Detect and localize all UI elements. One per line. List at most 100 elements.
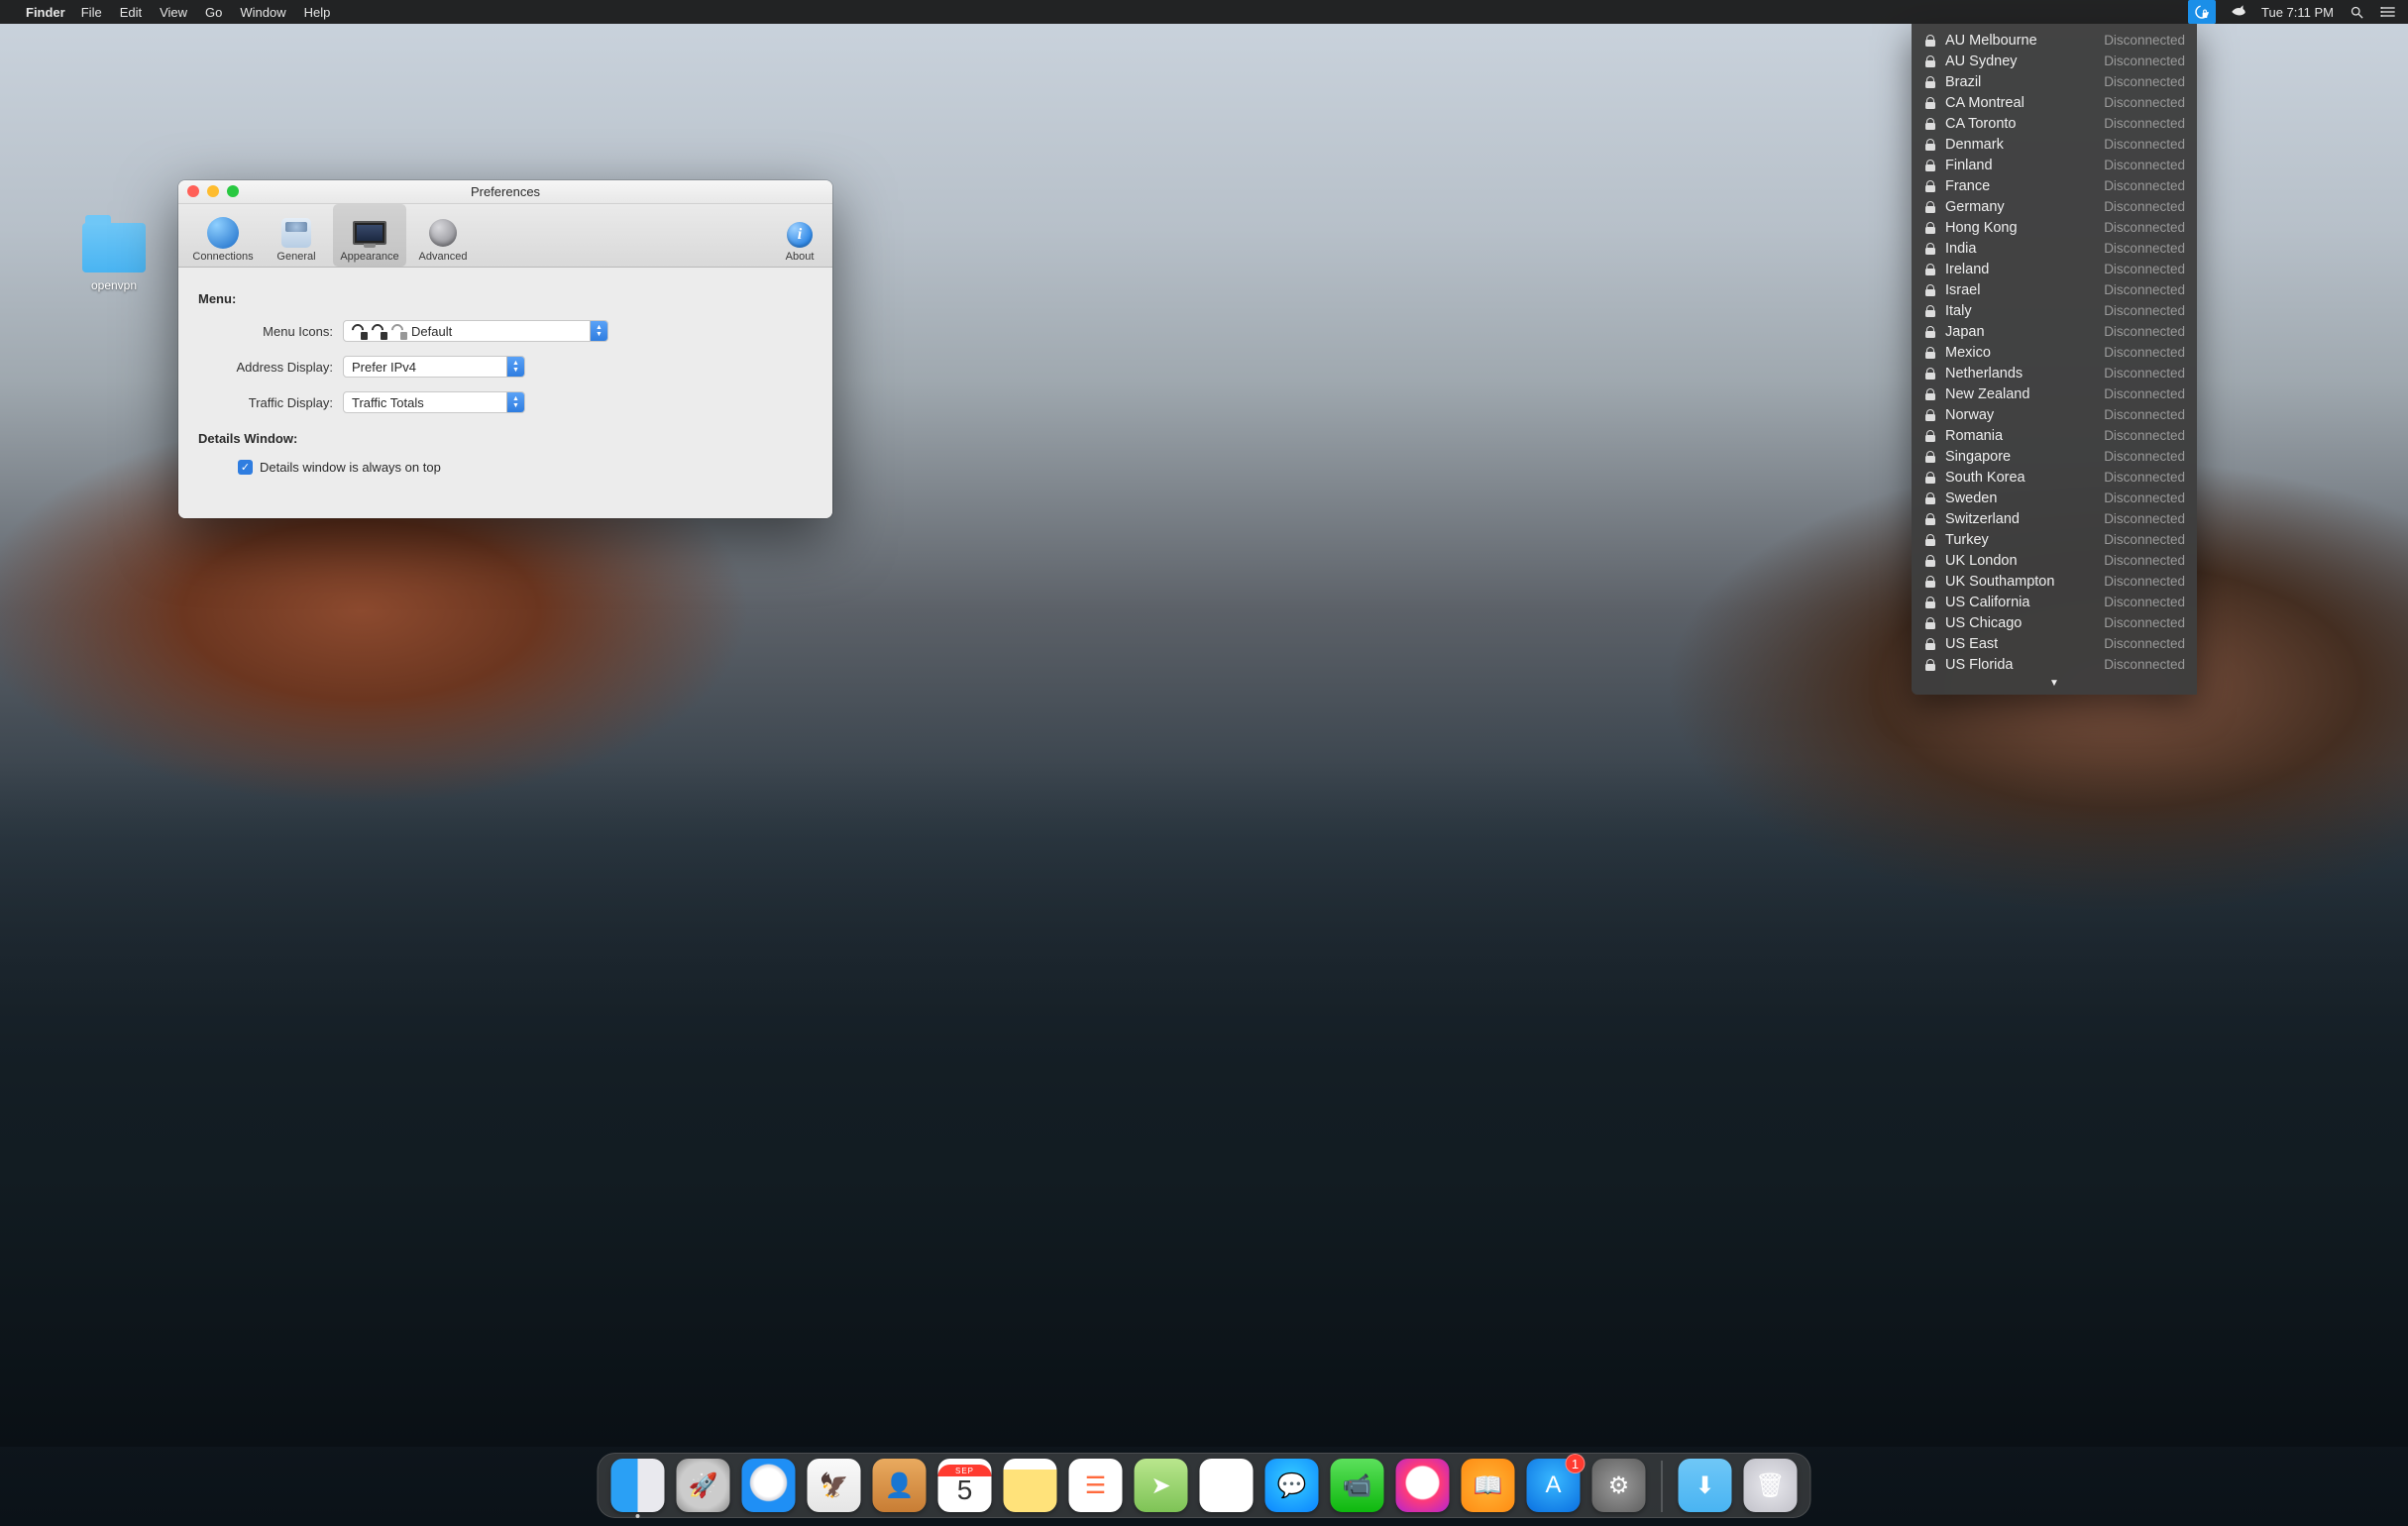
notification-center-icon[interactable] bbox=[2380, 5, 2396, 19]
checkbox-details-label: Details window is always on top bbox=[260, 460, 441, 475]
dock-facetime[interactable]: 📹 bbox=[1331, 1459, 1384, 1512]
desktop-folder-openvpn[interactable]: openvpn bbox=[69, 223, 159, 292]
vpn-server-item[interactable]: IrelandDisconnected bbox=[1912, 259, 2197, 279]
toolbar-connections[interactable]: Connections bbox=[186, 204, 260, 267]
select-address-display[interactable]: Prefer IPv4 ▲▼ bbox=[343, 356, 525, 378]
select-menu-icons-value: Default bbox=[411, 324, 452, 339]
lock-icon bbox=[1925, 368, 1935, 380]
vpn-server-item[interactable]: AU SydneyDisconnected bbox=[1912, 51, 2197, 71]
dock-photos[interactable]: ✿ bbox=[1200, 1459, 1254, 1512]
lock-icon bbox=[1925, 222, 1935, 234]
vpn-server-item[interactable]: South KoreaDisconnected bbox=[1912, 467, 2197, 488]
lock-icon bbox=[1925, 492, 1935, 504]
folder-label: openvpn bbox=[69, 278, 159, 292]
vpn-server-item[interactable]: RomaniaDisconnected bbox=[1912, 425, 2197, 446]
vpn-menubar-icon[interactable] bbox=[2188, 0, 2216, 24]
lock-icon bbox=[1925, 659, 1935, 671]
dock-mail[interactable]: 🦅 bbox=[808, 1459, 861, 1512]
vpn-server-item[interactable]: FranceDisconnected bbox=[1912, 175, 2197, 196]
appstore-badge: 1 bbox=[1566, 1454, 1586, 1473]
dock-itunes[interactable]: ♪ bbox=[1396, 1459, 1450, 1512]
select-traffic-display[interactable]: Traffic Totals ▲▼ bbox=[343, 391, 525, 413]
menu-help[interactable]: Help bbox=[304, 5, 331, 20]
menu-view[interactable]: View bbox=[160, 5, 187, 20]
vpn-server-item[interactable]: CA TorontoDisconnected bbox=[1912, 113, 2197, 134]
dove-menubar-icon[interactable] bbox=[2230, 3, 2247, 21]
vpn-server-item[interactable]: GermanyDisconnected bbox=[1912, 196, 2197, 217]
vpn-server-status: Disconnected bbox=[2104, 532, 2185, 547]
zoom-button[interactable] bbox=[227, 185, 239, 197]
spotlight-icon[interactable] bbox=[2350, 5, 2364, 20]
lock-icon bbox=[1925, 472, 1935, 484]
traffic-lights bbox=[187, 185, 239, 197]
toolbar-advanced[interactable]: Advanced bbox=[406, 204, 480, 267]
vpn-server-status: Disconnected bbox=[2104, 407, 2185, 422]
vpn-server-item[interactable]: US EastDisconnected bbox=[1912, 633, 2197, 654]
dock-messages[interactable]: 💬 bbox=[1265, 1459, 1319, 1512]
vpn-server-item[interactable]: New ZealandDisconnected bbox=[1912, 383, 2197, 404]
dock-downloads[interactable]: ⬇ bbox=[1679, 1459, 1732, 1512]
dock-ibooks[interactable]: 📖 bbox=[1462, 1459, 1515, 1512]
toolbar-about-label: About bbox=[786, 251, 815, 263]
checkbox-details-on-top[interactable]: ✓ bbox=[238, 460, 253, 475]
vpn-server-status: Disconnected bbox=[2104, 178, 2185, 193]
toolbar-general[interactable]: General bbox=[260, 204, 333, 267]
vpn-server-item[interactable]: US ChicagoDisconnected bbox=[1912, 612, 2197, 633]
window-titlebar[interactable]: Preferences bbox=[178, 180, 832, 204]
menu-file[interactable]: File bbox=[81, 5, 102, 20]
vpn-server-item[interactable]: DenmarkDisconnected bbox=[1912, 134, 2197, 155]
vpn-server-item[interactable]: US FloridaDisconnected bbox=[1912, 654, 2197, 675]
window-title: Preferences bbox=[471, 184, 540, 199]
vpn-server-item[interactable]: IndiaDisconnected bbox=[1912, 238, 2197, 259]
dock-safari[interactable] bbox=[742, 1459, 796, 1512]
dock-maps[interactable]: ➤ bbox=[1135, 1459, 1188, 1512]
select-menu-icons[interactable]: Default ▲▼ bbox=[343, 320, 608, 342]
dock-contacts[interactable]: 👤 bbox=[873, 1459, 927, 1512]
vpn-server-item[interactable]: IsraelDisconnected bbox=[1912, 279, 2197, 300]
chevron-updown-icon: ▲▼ bbox=[590, 321, 607, 341]
vpn-server-item[interactable]: FinlandDisconnected bbox=[1912, 155, 2197, 175]
vpn-server-item[interactable]: SingaporeDisconnected bbox=[1912, 446, 2197, 467]
vpn-server-status: Disconnected bbox=[2104, 595, 2185, 609]
lock-icon bbox=[1925, 160, 1935, 171]
dock-launchpad[interactable]: 🚀 bbox=[677, 1459, 730, 1512]
toolbar-appearance[interactable]: Appearance bbox=[333, 204, 406, 267]
dock-system-preferences[interactable]: ⚙ bbox=[1592, 1459, 1646, 1512]
dock-notes[interactable] bbox=[1004, 1459, 1057, 1512]
dock-trash[interactable]: 🗑 bbox=[1744, 1459, 1798, 1512]
vpn-server-item[interactable]: SwedenDisconnected bbox=[1912, 488, 2197, 508]
vpn-server-item[interactable]: US CaliforniaDisconnected bbox=[1912, 592, 2197, 612]
vpn-server-item[interactable]: UK LondonDisconnected bbox=[1912, 550, 2197, 571]
dock-appstore[interactable]: A 1 bbox=[1527, 1459, 1581, 1512]
label-menu-icons: Menu Icons: bbox=[198, 324, 343, 339]
vpn-server-name: UK Southampton bbox=[1939, 574, 2104, 590]
lock-icon bbox=[1925, 513, 1935, 525]
vpn-server-item[interactable]: AU MelbourneDisconnected bbox=[1912, 30, 2197, 51]
menu-clock[interactable]: Tue 7:11 PM bbox=[2261, 5, 2334, 20]
vpn-server-item[interactable]: ItalyDisconnected bbox=[1912, 300, 2197, 321]
close-button[interactable] bbox=[187, 185, 199, 197]
calendar-day: 5 bbox=[957, 1476, 973, 1506]
lock-icon bbox=[1925, 576, 1935, 588]
vpn-server-item[interactable]: NetherlandsDisconnected bbox=[1912, 363, 2197, 383]
vpn-server-item[interactable]: UK SouthamptonDisconnected bbox=[1912, 571, 2197, 592]
dock-reminders[interactable]: ☰ bbox=[1069, 1459, 1123, 1512]
chevron-down-icon[interactable]: ▼ bbox=[1912, 675, 2197, 693]
toolbar-about[interactable]: i About bbox=[775, 204, 824, 267]
vpn-server-item[interactable]: NorwayDisconnected bbox=[1912, 404, 2197, 425]
vpn-server-item[interactable]: BrazilDisconnected bbox=[1912, 71, 2197, 92]
dock-finder[interactable] bbox=[611, 1459, 665, 1512]
vpn-server-item[interactable]: TurkeyDisconnected bbox=[1912, 529, 2197, 550]
dock-calendar[interactable]: SEP 5 bbox=[938, 1459, 992, 1512]
vpn-server-item[interactable]: SwitzerlandDisconnected bbox=[1912, 508, 2197, 529]
app-menu[interactable]: Finder bbox=[26, 5, 65, 20]
minimize-button[interactable] bbox=[207, 185, 219, 197]
vpn-server-item[interactable]: MexicoDisconnected bbox=[1912, 342, 2197, 363]
menu-window[interactable]: Window bbox=[240, 5, 285, 20]
vpn-server-item[interactable]: CA MontrealDisconnected bbox=[1912, 92, 2197, 113]
menu-edit[interactable]: Edit bbox=[120, 5, 142, 20]
vpn-server-item[interactable]: JapanDisconnected bbox=[1912, 321, 2197, 342]
menu-go[interactable]: Go bbox=[205, 5, 222, 20]
vpn-server-name: Norway bbox=[1939, 407, 2104, 423]
vpn-server-item[interactable]: Hong KongDisconnected bbox=[1912, 217, 2197, 238]
